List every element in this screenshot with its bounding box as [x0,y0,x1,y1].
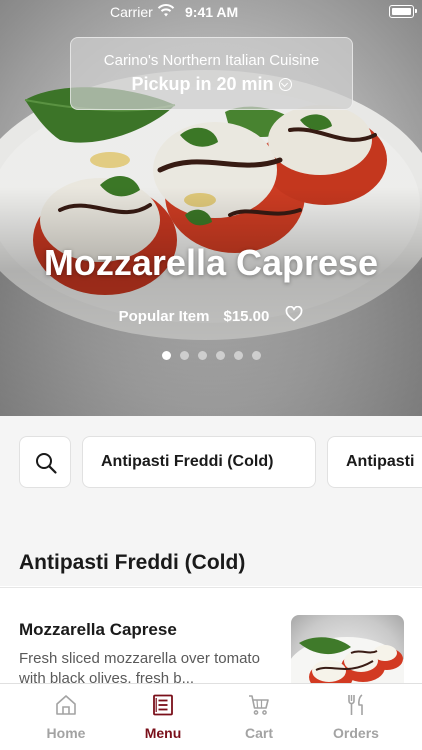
category-chip-antipasti-freddi[interactable]: Antipasti Freddi (Cold) [82,436,316,488]
menu-item-name: Mozzarella Caprese [19,620,177,639]
menu-item-row[interactable]: Mozzarella Caprese Fresh sliced mozzarel… [0,587,422,683]
tab-home[interactable]: Home [18,684,114,750]
carousel-pagination [0,351,422,360]
pickup-time-label: Pickup in 20 min [131,74,274,94]
menu-item-thumbnail [291,615,404,683]
pickup-selector[interactable]: Carino's Northern Italian Cuisine Pickup… [70,37,353,110]
popular-item-tag: Popular Item [118,307,210,325]
carousel-dot[interactable] [161,351,171,360]
category-strip: Antipasti Freddi (Cold) Antipasti Antipa… [0,416,422,586]
tab-menu-label: Menu [144,725,182,741]
cart-icon [249,695,269,715]
search-button[interactable] [19,436,71,488]
status-bar: Carrier 9:41 AM [0,0,422,24]
menu-item-description: Fresh sliced mozzarella over tomato with… [19,650,260,683]
category-chip-antipasti[interactable]: Antipasti [327,436,422,488]
hero-price: $15.00 [223,307,270,325]
status-time: 9:41 AM [185,4,239,20]
tab-home-label: Home [46,725,86,741]
hero-title: Mozzarella Caprese [43,242,379,283]
carousel-dot[interactable] [251,351,261,360]
tab-bar: Home Menu Cart Orders [0,683,422,750]
tab-orders[interactable]: Orders [308,684,404,750]
search-icon [36,453,57,474]
tab-cart[interactable]: Cart [211,684,307,750]
carousel-dot[interactable] [179,351,189,360]
home-icon [56,695,76,715]
tab-orders-label: Orders [333,725,379,741]
menu-icon [153,694,173,716]
orders-icon [348,694,363,715]
section-title: Antipasti Freddi (Cold) [19,551,246,574]
pickup-time-row: Pickup in 20 min [71,74,352,95]
tab-menu[interactable]: Menu [115,684,211,750]
hero-meta: Popular Item $15.00 [0,305,422,326]
wifi-icon [157,4,175,17]
hero-banner[interactable]: Carrier 9:41 AM Carino's Northern Italia… [0,0,422,416]
chevron-down-circle-icon [278,78,292,91]
battery-icon [389,5,417,18]
carousel-dot[interactable] [215,351,225,360]
carousel-dot[interactable] [233,351,243,360]
restaurant-name: Carino's Northern Italian Cuisine [103,52,320,69]
carousel-dot[interactable] [197,351,207,360]
favorite-heart-icon[interactable] [285,305,303,326]
tab-cart-label: Cart [244,725,273,741]
carrier-label: Carrier [110,4,153,20]
